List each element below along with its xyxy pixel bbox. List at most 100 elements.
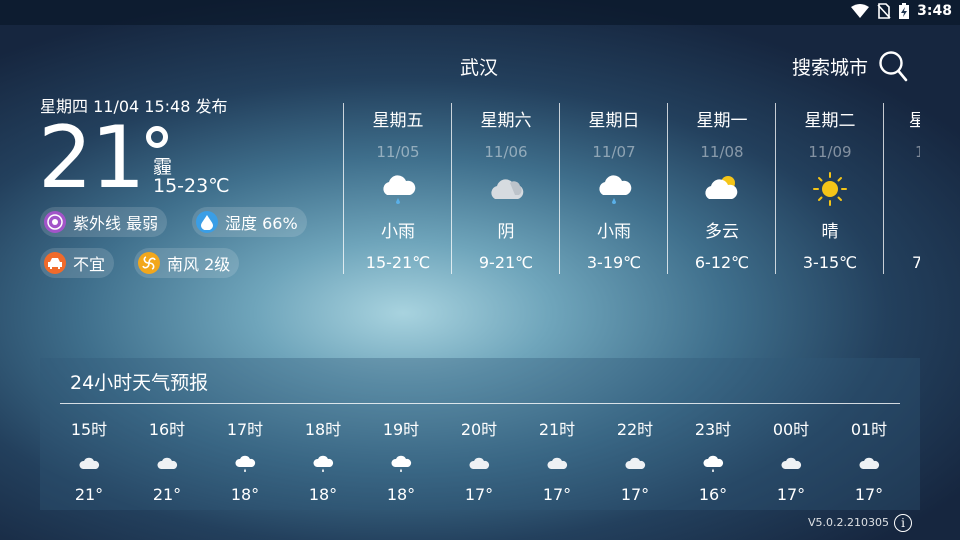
daily-forecast: 星期五 11/05 小雨 15-21℃ 星期六 11/06 阴 9-21℃ 星期… [343, 103, 920, 274]
forecast-condition: 小雨 [597, 222, 631, 242]
hourly-temp: 18° [230, 485, 260, 504]
hourly-temp: 17° [776, 485, 806, 504]
hourly-time: 22时 [616, 420, 654, 439]
hourly-forecast-panel: 24小时天气预报 15时 21° 16时 21° 17时 18° 18时 18°… [40, 358, 920, 510]
forecast-condition: 晴 [821, 222, 839, 242]
forecast-day[interactable]: 星期一 11/08 多云 6-12℃ [667, 103, 776, 274]
status-time: 3:48 [917, 3, 952, 19]
hourly-time: 18时 [304, 420, 342, 439]
rain-icon [235, 455, 256, 472]
forecast-range: 6-12℃ [694, 253, 750, 272]
status-bar: 3:48 [0, 0, 960, 25]
hourly-time: 00时 [772, 420, 810, 439]
hourly-item: 22时 17° [596, 416, 674, 504]
forecast-condition: 多云 [705, 222, 739, 242]
water-drop-icon [196, 211, 218, 233]
hourly-item: 23时 16° [674, 416, 752, 504]
hourly-temp: 17° [542, 485, 572, 504]
hourly-temp: 18° [386, 485, 416, 504]
forecast-range: 9-21℃ [478, 253, 534, 272]
cloud-icon [157, 457, 178, 469]
forecast-date: 11/05 [376, 143, 420, 161]
hourly-item: 15时 21° [50, 416, 128, 504]
wind-icon [138, 252, 160, 274]
hourly-time: 01时 [850, 420, 888, 439]
cloud-icon [625, 457, 646, 469]
forecast-day-name: 星期一 [696, 111, 748, 131]
wifi-icon [851, 4, 870, 18]
hourly-time: 21时 [538, 420, 576, 439]
uv-label: 紫外线 最弱 [73, 214, 159, 233]
forecast-date: 11/09 [808, 143, 852, 161]
forecast-day-name: 星期二 [804, 111, 856, 131]
humidity-label: 湿度 66% [225, 214, 298, 233]
sunny-icon [813, 172, 847, 206]
hourly-time: 23时 [694, 420, 732, 439]
hourly-item: 01时 17° [830, 416, 908, 504]
hourly-temp: 17° [620, 485, 650, 504]
forecast-day[interactable]: 星期二 11/09 晴 3-15℃ [775, 103, 884, 274]
forecast-date: 1 [915, 143, 920, 161]
partly-cloudy-icon [705, 176, 738, 199]
overcast-icon [491, 179, 524, 199]
wind-label: 南风 2级 [167, 255, 231, 274]
status-icons: 3:48 [851, 3, 952, 19]
light-rain-icon [599, 175, 632, 204]
humidity-chip: 湿度 66% [192, 207, 307, 237]
hourly-temp: 17° [464, 485, 494, 504]
hourly-temp: 16° [698, 485, 728, 504]
degree-symbol [146, 126, 168, 148]
current-temperature: 21 [38, 108, 145, 208]
hourly-temp: 21° [74, 485, 104, 504]
hourly-temp: 17° [854, 485, 884, 504]
forecast-date: 11/08 [700, 143, 744, 161]
hourly-item: 16时 21° [128, 416, 206, 504]
rain-icon [313, 455, 334, 472]
forecast-range: 3-15℃ [802, 253, 858, 272]
forecast-date: 11/06 [484, 143, 528, 161]
wind-chip: 南风 2级 [134, 248, 240, 278]
rain-icon [391, 455, 412, 472]
hourly-temp: 21° [152, 485, 182, 504]
search-icon [879, 51, 908, 82]
forecast-condition: 阴 [497, 222, 515, 242]
cloud-icon [781, 457, 802, 469]
hourly-temp: 18° [308, 485, 338, 504]
hourly-item: 21时 17° [518, 416, 596, 504]
hourly-item: 18时 18° [284, 416, 362, 504]
forecast-day[interactable]: 星期日 11/07 小雨 3-19℃ [559, 103, 668, 274]
hourly-time: 20时 [460, 420, 498, 439]
hourly-item: 20时 17° [440, 416, 518, 504]
rain-icon [703, 455, 724, 472]
car-wash-label: 不宜 [73, 255, 106, 274]
uv-icon [44, 211, 66, 233]
forecast-day[interactable]: 星期五 11/05 小雨 15-21℃ [343, 103, 452, 274]
version-label: V5.0.2.210305 [808, 516, 890, 529]
forecast-range: 15-21℃ [365, 253, 431, 272]
current-range: 15-23℃ [153, 175, 230, 197]
forecast-day-partial[interactable]: 星 1 7 [883, 103, 920, 274]
forecast-range: 3-19℃ [586, 253, 642, 272]
divider [60, 403, 900, 404]
hourly-time: 17时 [226, 420, 264, 439]
car-icon [44, 252, 66, 274]
car-wash-chip: 不宜 [40, 248, 115, 278]
forecast-day-name: 星期五 [372, 111, 424, 131]
uv-chip: 紫外线 最弱 [40, 207, 168, 237]
hourly-item: 00时 17° [752, 416, 830, 504]
forecast-range: 7 [912, 253, 920, 272]
no-sim-icon [877, 3, 891, 19]
forecast-day-name: 星 [909, 111, 920, 131]
forecast-day[interactable]: 星期六 11/06 阴 9-21℃ [451, 103, 560, 274]
hourly-time: 16时 [148, 420, 186, 439]
forecast-condition: 小雨 [381, 222, 415, 242]
info-icon[interactable]: i [894, 514, 912, 532]
hourly-item: 17时 18° [206, 416, 284, 504]
cloud-icon [79, 457, 100, 469]
search-city-button[interactable]: 搜索城市 [792, 50, 908, 82]
light-rain-icon [383, 175, 416, 204]
hourly-time: 19时 [382, 420, 420, 439]
cloud-icon [859, 457, 880, 469]
cloud-icon [547, 457, 568, 469]
forecast-date: 11/07 [592, 143, 636, 161]
